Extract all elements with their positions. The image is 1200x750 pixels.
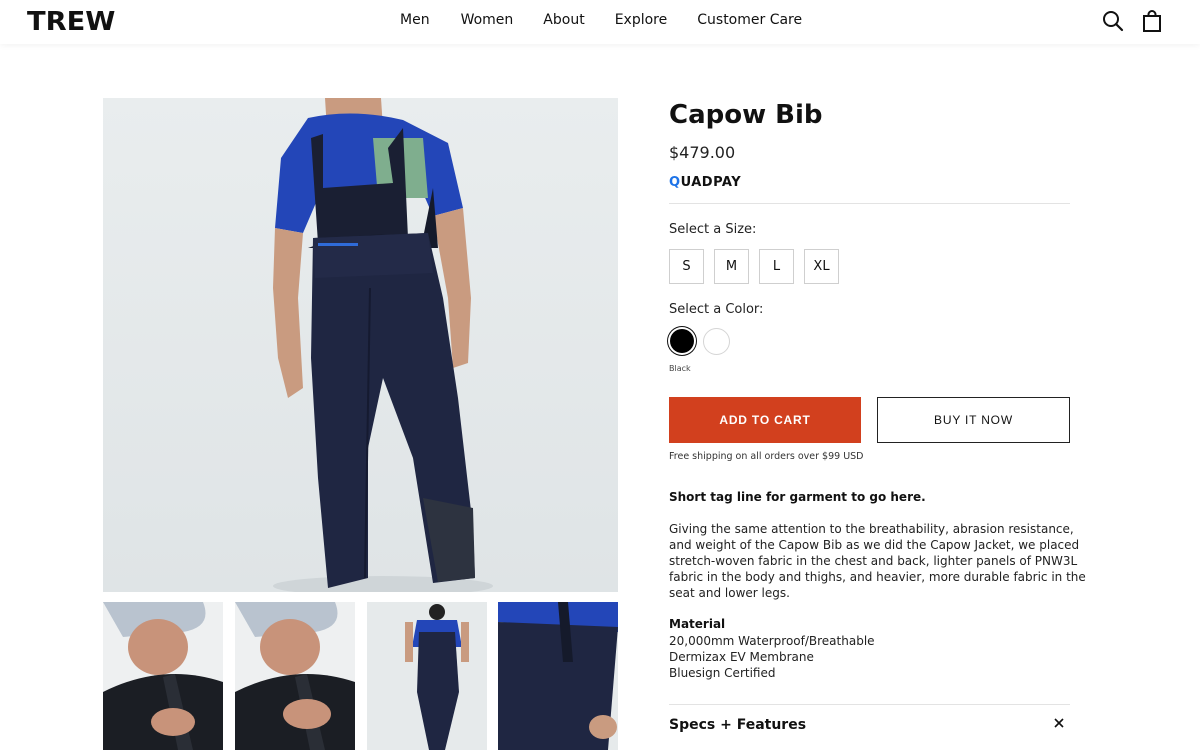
- add-to-cart-button[interactable]: ADD TO CART: [669, 397, 861, 443]
- product-main-image[interactable]: [103, 98, 618, 592]
- buy-it-now-button[interactable]: BUY IT NOW: [877, 397, 1070, 443]
- size-selector: S M L XL: [669, 249, 849, 284]
- quadpay-q: Q: [669, 175, 681, 190]
- material-heading: Material: [669, 617, 726, 631]
- quadpay-logo[interactable]: Q UADPAY: [669, 175, 741, 190]
- brand-logo[interactable]: TREW: [27, 7, 115, 37]
- thumbnail-3[interactable]: [367, 602, 487, 750]
- product-title: Capow Bib: [669, 100, 823, 130]
- quadpay-text: UADPAY: [680, 175, 742, 190]
- site-header: TREW Men Women About Explore Customer Ca…: [0, 0, 1200, 44]
- thumbnail-2[interactable]: [235, 602, 355, 750]
- main-nav: Men Women About Explore Customer Care: [400, 0, 832, 40]
- size-option-l[interactable]: L: [759, 249, 794, 284]
- close-icon[interactable]: [1052, 716, 1066, 730]
- color-swatch-black[interactable]: [670, 329, 694, 353]
- divider: [669, 704, 1070, 705]
- nav-customer-care[interactable]: Customer Care: [697, 12, 802, 28]
- material-item: Dermizax EV Membrane: [669, 650, 814, 664]
- shipping-note: Free shipping on all orders over $99 USD: [669, 451, 864, 462]
- search-icon[interactable]: [1102, 10, 1124, 32]
- thumbnail-1[interactable]: [103, 602, 223, 750]
- size-option-m[interactable]: M: [714, 249, 749, 284]
- divider: [669, 203, 1070, 204]
- product-price: $479.00: [669, 143, 736, 162]
- nav-explore[interactable]: Explore: [615, 12, 668, 28]
- product-tagline: Short tag line for garment to go here.: [669, 490, 926, 504]
- material-item: Bluesign Certified: [669, 666, 776, 680]
- material-list: 20,000mm Waterproof/Breathable Dermizax …: [669, 633, 875, 681]
- color-selector: [669, 328, 739, 355]
- nav-women[interactable]: Women: [461, 12, 514, 28]
- size-label: Select a Size:: [669, 222, 757, 237]
- selected-color-name: Black: [669, 364, 691, 373]
- nav-men[interactable]: Men: [400, 12, 430, 28]
- color-label: Select a Color:: [669, 302, 764, 317]
- color-swatch-white[interactable]: [703, 328, 730, 355]
- product-description: Giving the same attention to the breatha…: [669, 522, 1086, 600]
- size-option-xl[interactable]: XL: [804, 249, 839, 284]
- shopping-bag-icon[interactable]: [1141, 10, 1163, 32]
- nav-about[interactable]: About: [543, 12, 584, 28]
- specs-features-toggle[interactable]: Specs + Features: [669, 717, 806, 733]
- material-item: 20,000mm Waterproof/Breathable: [669, 634, 875, 648]
- thumbnail-4[interactable]: [498, 602, 618, 750]
- size-option-s[interactable]: S: [669, 249, 704, 284]
- model-figure: [103, 98, 618, 592]
